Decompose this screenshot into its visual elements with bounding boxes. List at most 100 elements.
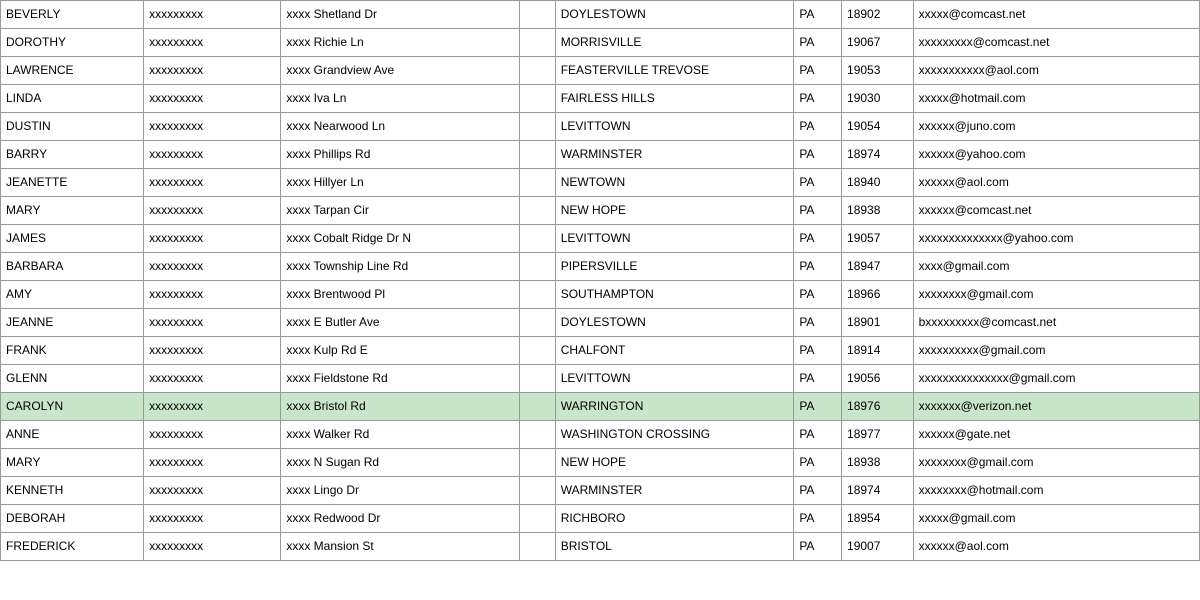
table-cell: xxxx Shetland Dr [281,1,520,29]
table-cell: xxxx Cobalt Ridge Dr N [281,225,520,253]
table-cell: 19067 [842,29,914,57]
table-row: CAROLYNxxxxxxxxxxxxx Bristol RdWARRINGTO… [1,393,1200,421]
table-cell: 18914 [842,337,914,365]
table-cell: PA [794,197,842,225]
table-cell: PIPERSVILLE [555,253,794,281]
table-cell [519,85,555,113]
table-row: BEVERLYxxxxxxxxxxxxx Shetland DrDOYLESTO… [1,1,1200,29]
table-cell: xxxxxx@comcast.net [913,197,1199,225]
table-cell: xxxxxxxxxxxxxxx@gmail.com [913,365,1199,393]
table-cell [519,281,555,309]
table-cell: WARMINSTER [555,141,794,169]
table-row: MARYxxxxxxxxxxxxx N Sugan RdNEW HOPEPA18… [1,449,1200,477]
table-row: DEBORAHxxxxxxxxxxxxx Redwood DrRICHBOROP… [1,505,1200,533]
table-cell: NEW HOPE [555,449,794,477]
table-cell: xxxxxxxxx [144,85,281,113]
table-cell: xxxx Brentwood Pl [281,281,520,309]
table-cell: bxxxxxxxxx@comcast.net [913,309,1199,337]
table-cell: PA [794,253,842,281]
table-cell: xxxx Walker Rd [281,421,520,449]
table-cell: PA [794,477,842,505]
table-cell: xxxxxx@aol.com [913,169,1199,197]
table-row: LINDAxxxxxxxxxxxxx Iva Ln FAIRLESS HILLSP… [1,85,1200,113]
table-row: GLENNxxxxxxxxxxxxx Fieldstone RdLEVITTOW… [1,365,1200,393]
table-cell: xxxxxxxxx [144,1,281,29]
table-cell [519,169,555,197]
table-cell: 18974 [842,141,914,169]
table-cell: xxxxxxxxx [144,169,281,197]
table-cell: xxxx E Butler Ave [281,309,520,337]
table-cell: xxxx Tarpan Cir [281,197,520,225]
table-cell: xxxxxxxxx [144,29,281,57]
table-cell: xxxxxxxxx [144,253,281,281]
table-cell: PA [794,449,842,477]
table-cell: PA [794,169,842,197]
table-cell: xxxxxxxxx [144,393,281,421]
table-cell: CHALFONT [555,337,794,365]
table-cell: PA [794,85,842,113]
table-cell: xxxxx@comcast.net [913,1,1199,29]
table-cell: xxxxxxxxx [144,421,281,449]
table-cell: PA [794,421,842,449]
table-cell: xxxxxxxxx@comcast.net [913,29,1199,57]
table-cell: ANNE [1,421,144,449]
table-cell: WARMINSTER [555,477,794,505]
table-cell: xxxxxxxxx [144,225,281,253]
table-row: BARBARAxxxxxxxxxxxxx Township Line RdPIP… [1,253,1200,281]
table-cell: GLENN [1,365,144,393]
table-cell: xxxxxxxxx [144,141,281,169]
table-cell: PA [794,281,842,309]
table-cell [519,57,555,85]
table-cell: LEVITTOWN [555,225,794,253]
table-cell: xxxxx@gmail.com [913,505,1199,533]
table-cell: FAIRLESS HILLS [555,85,794,113]
table-cell: xxxxxx@aol.com [913,533,1199,561]
table-cell: xxxxxxxxx [144,309,281,337]
table-cell: 18977 [842,421,914,449]
table-cell: PA [794,1,842,29]
table-cell: MORRISVILLE [555,29,794,57]
table-cell: xxxx Bristol Rd [281,393,520,421]
table-cell: xxxxxxxxxx@gmail.com [913,337,1199,365]
table-cell: PA [794,337,842,365]
table-cell: xxxxxxxxxxxxxx@yahoo.com [913,225,1199,253]
table-cell: MARY [1,197,144,225]
table-cell: SOUTHAMPTON [555,281,794,309]
table-row: MARYxxxxxxxxxxxxx Tarpan CirNEW HOPEPA18… [1,197,1200,225]
table-cell: DUSTIN [1,113,144,141]
table-cell [519,1,555,29]
table-cell: BEVERLY [1,1,144,29]
table-cell: WARRINGTON [555,393,794,421]
table-cell: PA [794,365,842,393]
table-cell: NEW HOPE [555,197,794,225]
table-cell: xxxx Mansion St [281,533,520,561]
table-cell: xxxxxxxx@gmail.com [913,281,1199,309]
table-cell [519,533,555,561]
table-cell: xxxxxxxxx [144,281,281,309]
table-cell: xxxx Phillips Rd [281,141,520,169]
table-row: ANNExxxxxxxxxxxxx Walker Rd WASHINGTON CR… [1,421,1200,449]
table-cell: xxxxxxxx@hotmail.com [913,477,1199,505]
table-cell: xxxxxxxxx [144,365,281,393]
table-cell [519,197,555,225]
table-cell [519,477,555,505]
table-cell: 19053 [842,57,914,85]
table-cell: 19054 [842,113,914,141]
table-cell: xxxxxxxxx [144,57,281,85]
table-row: AMYxxxxxxxxxxxxx Brentwood PlSOUTHAMPTON… [1,281,1200,309]
table-cell: xxxxx@hotmail.com [913,85,1199,113]
table-cell: NEWTOWN [555,169,794,197]
table-cell: LINDA [1,85,144,113]
table-cell: xxxx Fieldstone Rd [281,365,520,393]
table-cell: DOROTHY [1,29,144,57]
table-cell: KENNETH [1,477,144,505]
table-cell [519,113,555,141]
table-cell: 18947 [842,253,914,281]
table-cell: xxxxxx@yahoo.com [913,141,1199,169]
table-cell [519,505,555,533]
table-cell: xxxx Nearwood Ln [281,113,520,141]
table-cell: WASHINGTON CROSSING [555,421,794,449]
table-cell: xxxxxx@juno.com [913,113,1199,141]
table-cell: xxxx Iva Ln [281,85,520,113]
table-cell: 18938 [842,197,914,225]
